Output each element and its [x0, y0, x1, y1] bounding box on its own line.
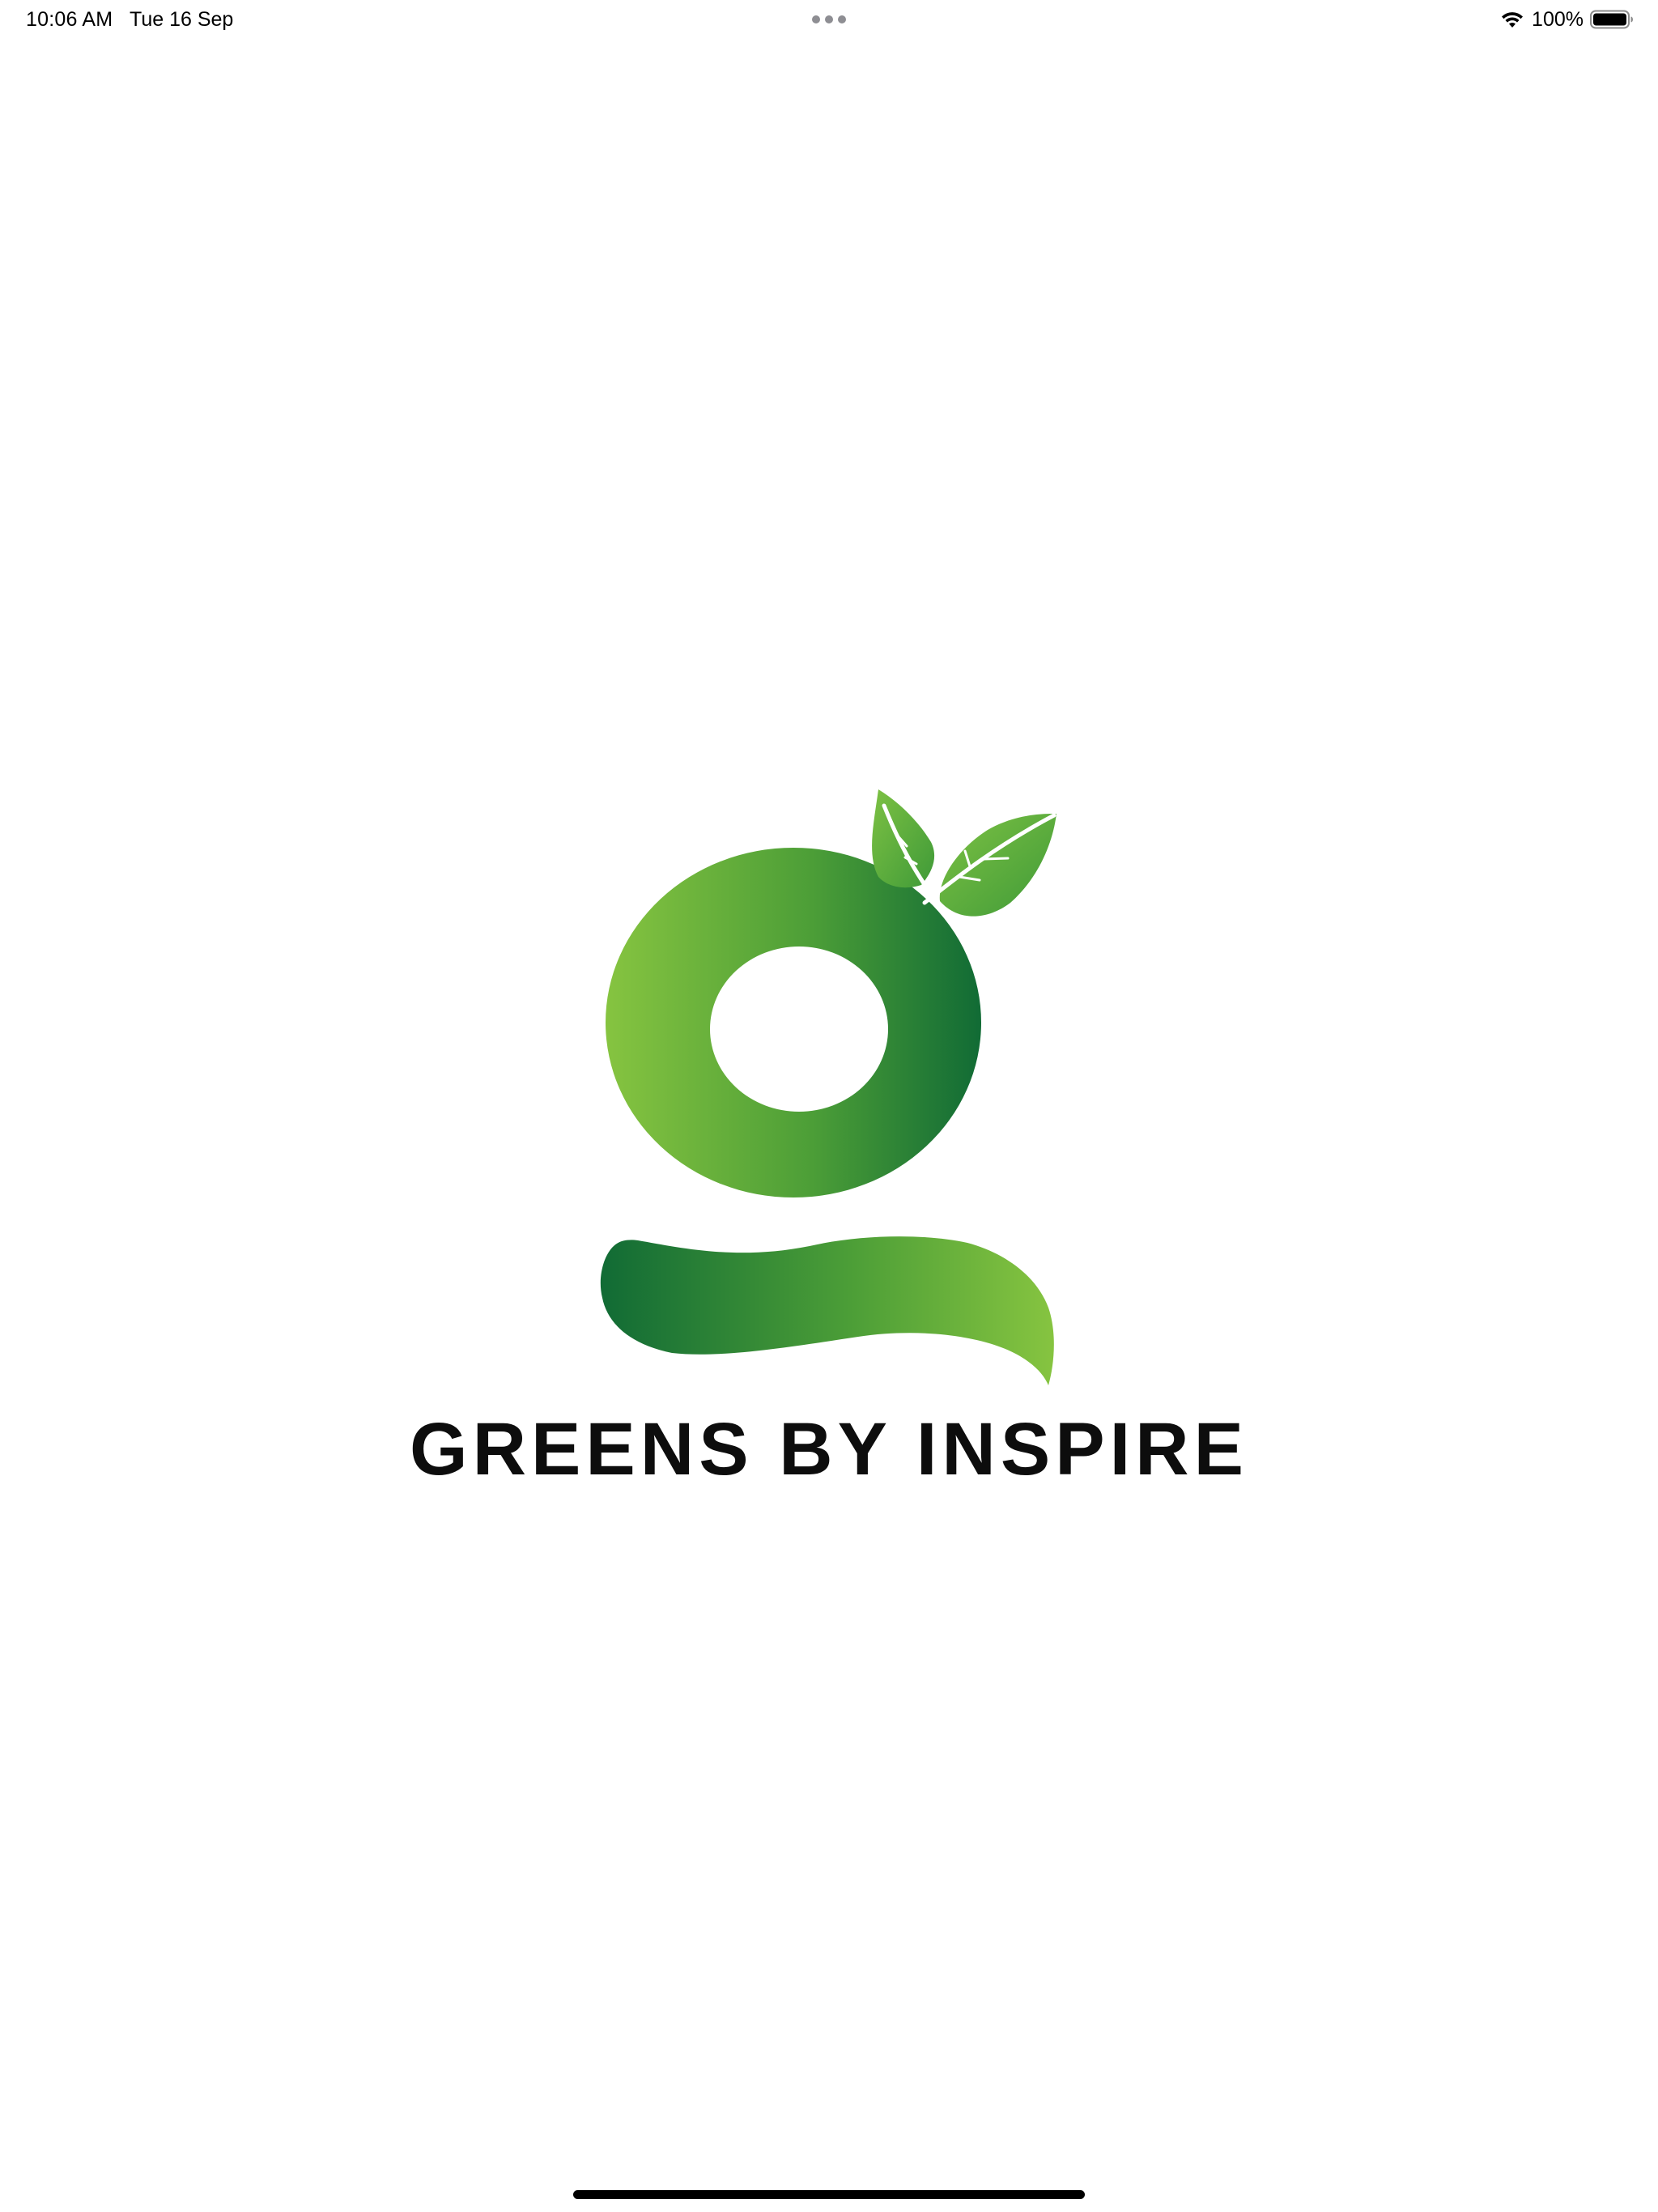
status-indicators: 100% — [1499, 6, 1634, 32]
leaf-g-logo-icon — [600, 789, 1056, 1385]
battery-icon — [1590, 10, 1633, 29]
battery-percent: 100% — [1532, 8, 1584, 31]
g-tail-shape — [600, 1236, 1054, 1385]
home-indicator[interactable] — [573, 2190, 1085, 2199]
status-time: 10:06 AM — [26, 8, 113, 31]
wifi-icon — [1502, 12, 1524, 28]
status-bar: 10:06 AM Tue 16 Sep 100% — [0, 0, 1658, 39]
brand-name: GREENS BY INSPIRE — [410, 1408, 1248, 1491]
status-date: Tue 16 Sep — [130, 8, 234, 31]
multitask-dots-icon[interactable] — [811, 15, 847, 24]
